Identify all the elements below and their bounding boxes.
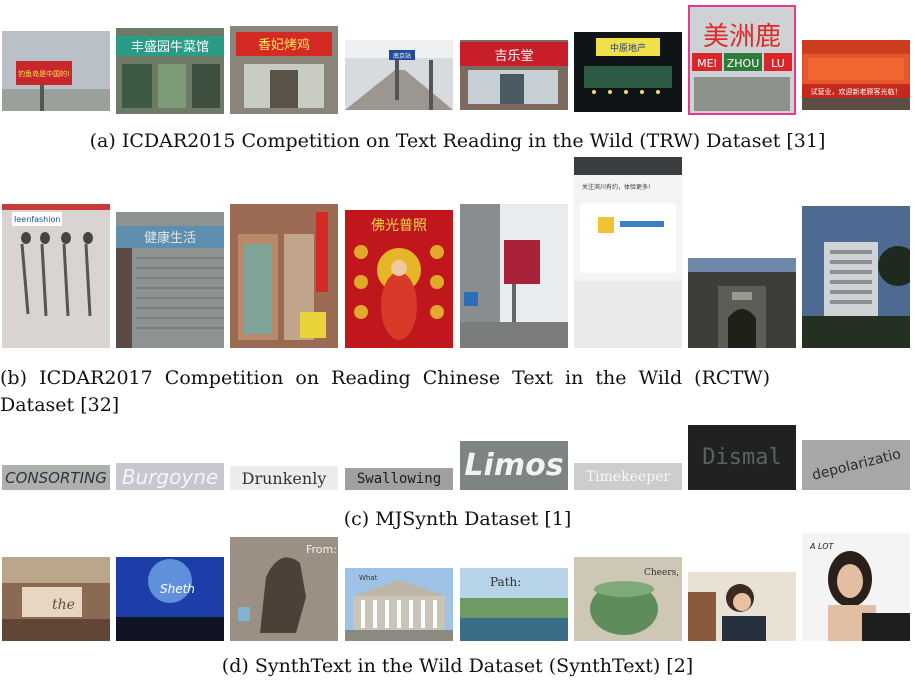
row-b-image-6-sign: 关注滨川有约，体验更多!	[582, 183, 650, 191]
row-c-word-6: Timekeeper	[574, 463, 682, 490]
row-d-image-8: A LOT	[802, 533, 910, 641]
caption-c: (c) MJSynth Dataset [1]	[343, 508, 572, 530]
row-b-image-4-sign: 佛光普照	[371, 218, 427, 234]
caption-a: (a) ICDAR2015 Competition on Text Readin…	[89, 130, 826, 152]
row-c-word-2-text: Burgoyne	[121, 464, 219, 489]
row-c-word-4-text: Swallowing	[356, 471, 442, 487]
row-c-word-1: CONSORTING	[2, 465, 110, 490]
row-b-image-5	[460, 204, 568, 348]
caption-b-line-1: (b) ICDAR2017 Competition on Reading Chi…	[0, 367, 771, 389]
row-b-image-4: 佛光普照	[345, 210, 453, 348]
row-d-image-6-text: Cheers,	[644, 568, 679, 578]
row-c-word-1-text: CONSORTING	[5, 468, 107, 487]
row-a-image-7-word-2: ZHOU	[727, 57, 760, 70]
row-a-image-1: 钓鱼岛是中国的!	[2, 31, 110, 111]
row-d-image-5-text: Path:	[490, 575, 521, 589]
row-b-image-2-sign: 健康生活	[144, 230, 196, 246]
row-b-image-1-sign: Ieenfashion	[14, 215, 60, 224]
row-a-image-5: 吉乐堂	[460, 40, 568, 110]
row-a-image-1-sign: 钓鱼岛是中国的!	[18, 69, 70, 78]
row-a-image-6: 中原地产	[574, 32, 682, 112]
row-a-image-6-sign: 中原地产	[610, 42, 646, 54]
row-c-word-8: depolarizatio	[802, 440, 910, 490]
row-d-image-2: Sheth	[116, 557, 224, 641]
row-c-word-8-text: depolarizatio	[809, 446, 903, 484]
row-b-image-6: 关注滨川有约，体验更多!	[574, 157, 682, 348]
row-a-image-3: 香妃烤鸡	[230, 26, 338, 114]
row-b-image-7	[688, 258, 796, 348]
row-c-word-5-text: Limos	[464, 448, 564, 483]
row-a-image-8: 试营业，欢迎新老顾客光临！	[802, 40, 910, 110]
row-c-word-7-text: Dismal	[702, 445, 782, 470]
row-d-image-8-text: A LOT	[809, 542, 835, 551]
caption-d: (d) SynthText in the Wild Dataset (Synth…	[221, 655, 694, 677]
row-d-image-4: What	[345, 568, 453, 641]
row-c-word-4: Swallowing	[345, 468, 453, 490]
row-c-word-5: Limos	[460, 441, 568, 490]
row-a-image-7-word-3: LU	[771, 57, 785, 70]
row-a-image-4-sign: 南京站	[393, 52, 411, 60]
row-a-image-7-sign: 美洲鹿	[703, 22, 781, 52]
row-a-image-2-sign: 丰盛园牛菜馆	[131, 40, 209, 55]
row-a-image-8-sign: 试营业，欢迎新老顾客光临！	[811, 87, 902, 96]
row-a-image-5-sign: 吉乐堂	[494, 49, 533, 64]
row-a-image-7: 美洲鹿 MEI ZHOU LU	[688, 5, 796, 115]
row-a-image-7-word-1: MEI	[697, 57, 717, 70]
row-d-image-3: From:	[230, 537, 338, 641]
row-d-image-4-text: What	[359, 574, 378, 582]
row-b-image-8	[802, 206, 910, 348]
row-b-image-1: Ieenfashion	[2, 204, 110, 348]
row-a-image-3-sign: 香妃烤鸡	[258, 37, 310, 53]
row-d-image-1: the	[2, 557, 110, 641]
row-c-word-7: Dismal	[688, 425, 796, 490]
row-a-image-2: 丰盛园牛菜馆	[116, 28, 224, 114]
row-c-word-3-text: Drunkenly	[241, 468, 327, 488]
row-b-image-3	[230, 204, 338, 348]
row-d-image-7	[688, 572, 796, 641]
row-d-image-2-text: Sheth	[160, 582, 195, 596]
row-d-image-1-text: the	[52, 597, 75, 613]
caption-b-line-2: Dataset [32]	[0, 394, 120, 416]
row-c-word-6-text: Timekeeper	[585, 468, 671, 485]
row-c-word-2: Burgoyne	[116, 463, 224, 490]
row-a-image-4: 南京站	[345, 40, 453, 110]
row-c-word-3: Drunkenly	[230, 466, 338, 490]
row-d-image-3-text: From:	[306, 543, 337, 556]
row-d-image-5: Path:	[460, 568, 568, 641]
row-b-image-2: 健康生活	[116, 212, 224, 348]
row-d-image-6: Cheers,	[574, 557, 682, 641]
